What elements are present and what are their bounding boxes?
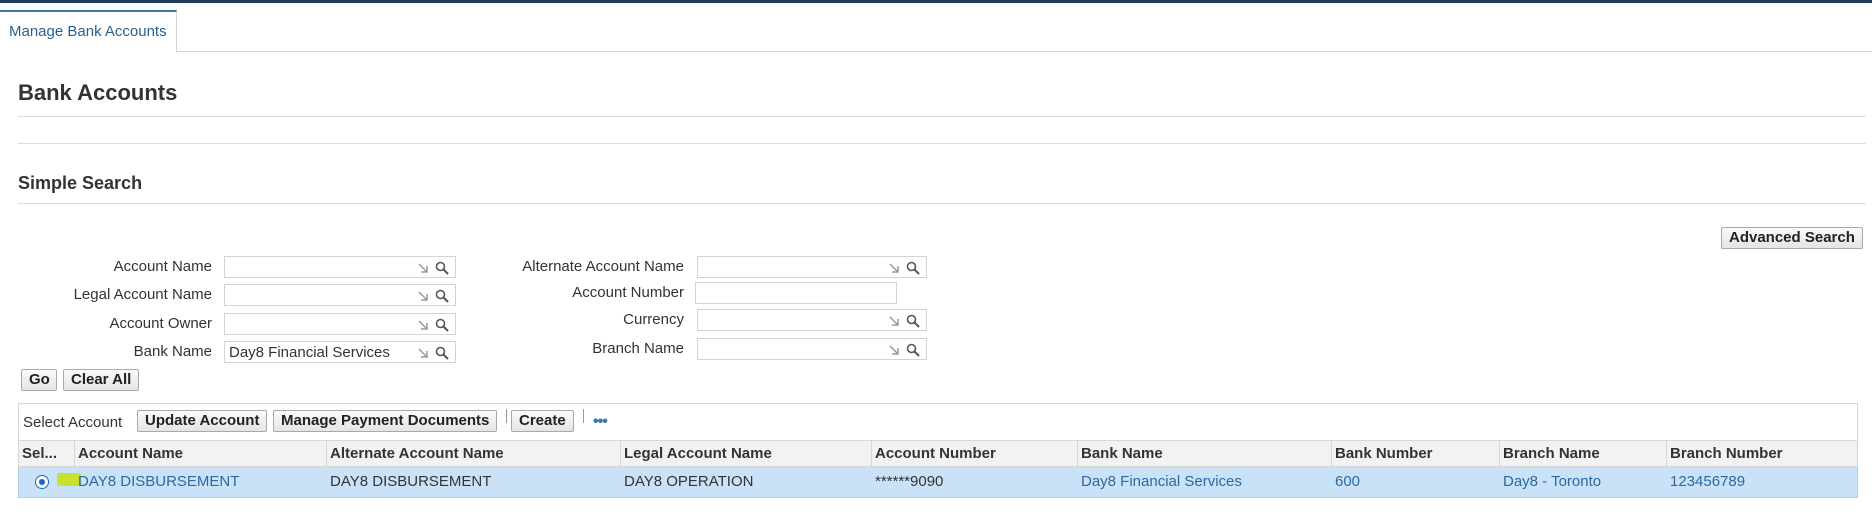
search-divider xyxy=(18,203,1866,204)
lov-arrow-icon[interactable] xyxy=(888,344,900,356)
table-row[interactable]: DAY8 DISBURSEMENT DAY8 DISBURSEMENT DAY8… xyxy=(18,467,1858,498)
account-number-cell: ******9090 xyxy=(875,473,944,490)
results-toolbar: Select Account Update Account Manage Pay… xyxy=(18,403,1858,440)
currency-field[interactable] xyxy=(697,309,927,331)
bank-name-link[interactable]: Day8 Financial Services xyxy=(1078,467,1332,497)
column-header-bank-number[interactable]: Bank Number xyxy=(1332,441,1500,466)
simple-search-heading: Simple Search xyxy=(18,173,143,193)
lov-arrow-icon[interactable] xyxy=(417,319,429,331)
search-icon[interactable] xyxy=(435,261,449,275)
column-header-alternate-account-name[interactable]: Alternate Account Name xyxy=(327,441,621,466)
column-header-account-number[interactable]: Account Number xyxy=(872,441,1078,466)
column-header-branch-number[interactable]: Branch Number xyxy=(1667,441,1857,466)
top-brand-bar xyxy=(0,0,1872,3)
bank-name-value: Day8 Financial Services xyxy=(229,344,390,361)
column-header-select[interactable]: Sel... xyxy=(19,441,75,466)
alternate-account-name-field[interactable] xyxy=(697,256,927,278)
branch-name-label: Branch Name xyxy=(592,340,684,357)
select-account-label: Select Account xyxy=(23,414,123,431)
search-icon[interactable] xyxy=(435,318,449,332)
section-divider xyxy=(18,143,1866,144)
search-icon[interactable] xyxy=(906,343,920,357)
tab-manage-bank-accounts[interactable]: Manage Bank Accounts xyxy=(0,10,177,52)
lov-arrow-icon[interactable] xyxy=(417,347,429,359)
radio-selected-icon[interactable] xyxy=(35,475,49,489)
lov-arrow-icon[interactable] xyxy=(888,315,900,327)
search-icon[interactable] xyxy=(906,314,920,328)
branch-number-link[interactable]: 123456789 xyxy=(1667,467,1857,497)
advanced-search-button[interactable]: Advanced Search xyxy=(1721,227,1863,249)
bank-accounts-table: Sel... Account Name Alternate Account Na… xyxy=(18,440,1858,498)
toolbar-separator xyxy=(583,409,584,423)
branch-name-link[interactable]: Day8 - Toronto xyxy=(1500,467,1667,497)
bank-name-label: Bank Name xyxy=(133,343,212,360)
bank-name-field[interactable]: Day8 Financial Services xyxy=(224,341,456,363)
alternate-account-name-cell: DAY8 DISBURSEMENT xyxy=(330,473,492,490)
branch-name-field[interactable] xyxy=(697,338,927,360)
clear-all-button[interactable]: Clear All xyxy=(63,369,140,391)
column-header-bank-name[interactable]: Bank Name xyxy=(1078,441,1332,466)
more-options-icon[interactable]: ••• xyxy=(593,414,608,430)
account-number-field[interactable] xyxy=(695,282,897,304)
update-account-button[interactable]: Update Account xyxy=(137,410,268,432)
manage-payment-documents-button[interactable]: Manage Payment Documents xyxy=(273,410,498,432)
page-title: Bank Accounts xyxy=(18,80,178,105)
lov-arrow-icon[interactable] xyxy=(417,262,429,274)
account-owner-label: Account Owner xyxy=(109,315,212,332)
search-icon[interactable] xyxy=(906,261,920,275)
search-icon[interactable] xyxy=(435,289,449,303)
legal-account-name-cell: DAY8 OPERATION xyxy=(624,473,754,490)
go-button[interactable]: Go xyxy=(21,369,57,391)
legal-account-name-field[interactable] xyxy=(224,284,456,306)
column-header-account-name[interactable]: Account Name xyxy=(75,441,327,466)
table-header-row: Sel... Account Name Alternate Account Na… xyxy=(18,440,1858,467)
account-name-link[interactable]: DAY8 DISBURSEMENT xyxy=(75,467,327,497)
currency-label: Currency xyxy=(623,311,684,328)
legal-account-name-label: Legal Account Name xyxy=(73,286,212,303)
tab-bar: Manage Bank Accounts xyxy=(0,10,1872,52)
account-name-label: Account Name xyxy=(113,258,212,275)
column-header-legal-account-name[interactable]: Legal Account Name xyxy=(621,441,872,466)
column-header-branch-name[interactable]: Branch Name xyxy=(1500,441,1667,466)
search-icon[interactable] xyxy=(435,346,449,360)
lov-arrow-icon[interactable] xyxy=(417,290,429,302)
alternate-account-name-label: Alternate Account Name xyxy=(522,258,684,275)
account-name-field[interactable] xyxy=(224,256,456,278)
lov-arrow-icon[interactable] xyxy=(888,262,900,274)
create-button[interactable]: Create xyxy=(511,410,574,432)
account-number-label: Account Number xyxy=(572,284,684,301)
toolbar-separator xyxy=(506,409,507,423)
bank-number-link[interactable]: 600 xyxy=(1332,467,1500,497)
account-owner-field[interactable] xyxy=(224,313,456,335)
title-divider xyxy=(18,116,1866,117)
